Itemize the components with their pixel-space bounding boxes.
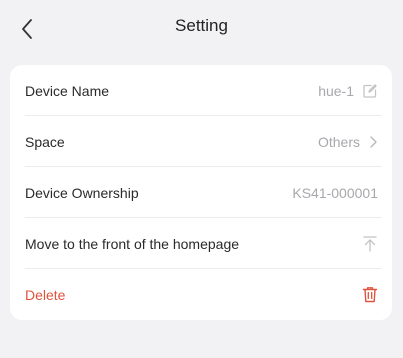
pin-to-top-icon[interactable] [362, 235, 378, 253]
device-ownership-value: KS41-000001 [292, 184, 378, 201]
move-to-front-label: Move to the front of the homepage [25, 235, 240, 252]
device-name-label: Device Name [25, 82, 110, 99]
space-row[interactable]: Space Others [10, 116, 392, 167]
device-name-value: hue-1 [318, 82, 354, 99]
move-to-front-row[interactable]: Move to the front of the homepage [10, 218, 392, 269]
device-ownership-label: Device Ownership [25, 184, 139, 201]
chevron-right-icon [368, 135, 378, 149]
space-value: Others [317, 133, 360, 150]
header-bar: Setting [0, 0, 403, 56]
delete-row[interactable]: Delete [10, 269, 392, 320]
edit-icon[interactable] [362, 83, 378, 99]
delete-label: Delete [25, 286, 66, 303]
device-name-row[interactable]: Device Name hue-1 [10, 65, 392, 116]
settings-card: Device Name hue-1 Space Others Device Ow… [10, 65, 392, 320]
trash-icon[interactable] [362, 286, 378, 303]
device-ownership-row: Device Ownership KS41-000001 [10, 167, 392, 218]
page-title: Setting [175, 16, 228, 35]
space-label: Space [25, 133, 65, 150]
